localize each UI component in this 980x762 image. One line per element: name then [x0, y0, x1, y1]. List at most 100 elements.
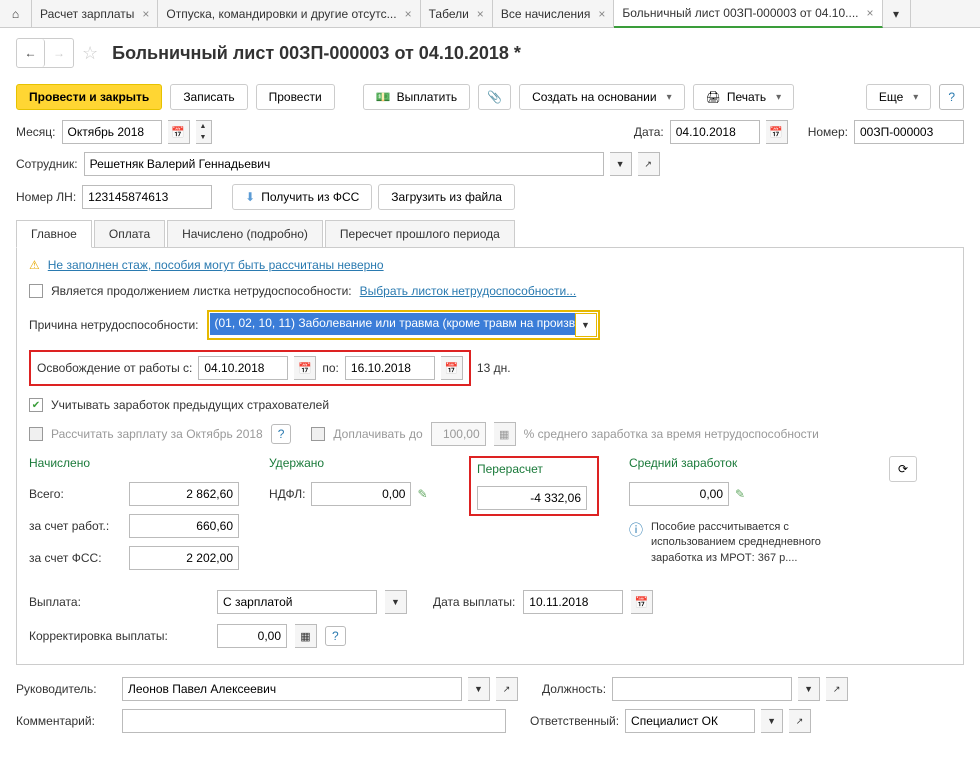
avg-input[interactable] — [629, 482, 729, 506]
total-input[interactable] — [129, 482, 239, 506]
date-input[interactable] — [670, 120, 760, 144]
tab-accruals[interactable]: Все начисления × — [493, 0, 615, 27]
tab-accrued[interactable]: Начислено (подробно) — [167, 220, 323, 247]
open-icon[interactable]: ↗ — [496, 677, 518, 701]
nav-forward-button: → — [45, 39, 73, 67]
warning-link[interactable]: Не заполнен стаж, пособия могут быть рас… — [48, 258, 384, 272]
calendar-icon[interactable]: 📅 — [441, 356, 463, 380]
print-button[interactable]: 🖨 Печать — [693, 84, 795, 110]
help-button[interactable]: ? — [325, 626, 346, 646]
close-icon[interactable]: × — [867, 6, 874, 20]
nav-back-button[interactable]: ← — [17, 39, 45, 67]
post-and-close-button[interactable]: Провести и закрыть — [16, 84, 162, 110]
manager-input[interactable] — [122, 677, 462, 701]
days-value: 13 дн. — [477, 361, 511, 375]
close-icon[interactable]: × — [405, 7, 412, 21]
withheld-head: Удержано — [269, 456, 439, 470]
recalc-input[interactable] — [477, 486, 587, 510]
paydate-input[interactable] — [523, 590, 623, 614]
get-fss-button[interactable]: ⬇ Получить из ФСС — [232, 184, 372, 210]
close-icon[interactable]: × — [142, 7, 149, 21]
open-icon[interactable]: ↗ — [826, 677, 848, 701]
date-from-input[interactable] — [198, 356, 288, 380]
comment-input[interactable] — [122, 709, 506, 733]
tab-absence[interactable]: Отпуска, командировки и другие отсутс...… — [158, 0, 420, 27]
ln-input[interactable] — [82, 185, 212, 209]
month-input[interactable] — [62, 120, 162, 144]
pencil-icon[interactable]: ✎ — [735, 487, 745, 501]
create-based-button[interactable]: Создать на основании — [519, 84, 685, 110]
ln-label: Номер ЛН: — [16, 190, 76, 204]
chevron-down-icon[interactable]: ▼ — [798, 677, 820, 701]
pencil-icon[interactable]: ✎ — [417, 487, 427, 501]
month-spinner[interactable]: ▲▼ — [196, 120, 212, 144]
tab-timesheet[interactable]: Табели× — [421, 0, 493, 27]
pay-button[interactable]: 💵Выплатить — [363, 84, 470, 110]
to-label: по: — [322, 361, 339, 375]
payout-mode-input[interactable] — [217, 590, 377, 614]
info-text: Пособие рассчитывается с использованием … — [651, 520, 859, 566]
get-fss-label: Получить из ФСС — [261, 190, 359, 204]
download-icon: ⬇ — [245, 190, 255, 204]
employee-input[interactable] — [84, 152, 604, 176]
calendar-icon[interactable]: 📅 — [631, 590, 653, 614]
tab-sickleave[interactable]: Больничный лист 00ЗП-000003 от 04.10....… — [614, 0, 882, 28]
comment-label: Комментарий: — [16, 714, 116, 728]
close-icon[interactable]: × — [598, 7, 605, 21]
payout-label: Выплата: — [29, 595, 209, 609]
number-input[interactable] — [854, 120, 964, 144]
tab-overflow[interactable]: ▾ — [883, 0, 911, 27]
calc-salary-label: Рассчитать зарплату за Октябрь 2018 — [51, 427, 263, 441]
printer-icon: 🖨 — [706, 90, 721, 104]
topup-checkbox — [311, 427, 325, 441]
reason-select[interactable]: (01, 02, 10, 11) Заболевание или травма … — [210, 313, 575, 335]
fss-label: за счет ФСС: — [29, 551, 102, 565]
open-icon[interactable]: ↗ — [638, 152, 660, 176]
chevron-down-icon[interactable]: ▼ — [468, 677, 490, 701]
help-button[interactable]: ? — [939, 84, 964, 110]
tab-recalc[interactable]: Пересчет прошлого периода — [325, 220, 515, 247]
close-icon[interactable]: × — [477, 7, 484, 21]
more-button[interactable]: Еще — [866, 84, 931, 110]
money-icon: 💵 — [376, 90, 391, 104]
tab-main[interactable]: Главное — [16, 220, 92, 248]
attach-button[interactable]: 📎 — [478, 84, 511, 110]
chevron-down-icon[interactable]: ▼ — [761, 709, 783, 733]
continuation-link[interactable]: Выбрать листок нетрудоспособности... — [360, 284, 577, 298]
prev-insurers-checkbox[interactable]: ✔ — [29, 398, 43, 412]
tab-home[interactable]: ⌂ — [0, 0, 32, 27]
tab-salary[interactable]: Расчет зарплаты× — [32, 0, 158, 27]
print-label: Печать — [727, 90, 766, 104]
topup-label: Доплачивать до — [333, 427, 422, 441]
help-button[interactable]: ? — [271, 424, 292, 444]
load-file-button[interactable]: Загрузить из файла — [378, 184, 515, 210]
fss-input[interactable] — [129, 546, 239, 570]
ndfl-input[interactable] — [311, 482, 411, 506]
calendar-icon[interactable]: 📅 — [766, 120, 788, 144]
chevron-down-icon[interactable]: ▼ — [610, 152, 632, 176]
calc-icon[interactable]: ▦ — [295, 624, 317, 648]
employer-label: за счет работ.: — [29, 519, 109, 533]
date-to-input[interactable] — [345, 356, 435, 380]
recalc-head: Перерасчет — [477, 462, 591, 476]
write-button[interactable]: Записать — [170, 84, 247, 110]
calc-salary-checkbox — [29, 427, 43, 441]
correction-input[interactable] — [217, 624, 287, 648]
refresh-button[interactable]: ⟳ — [889, 456, 917, 482]
position-input[interactable] — [612, 677, 792, 701]
calendar-icon[interactable]: 📅 — [294, 356, 316, 380]
tab-payment[interactable]: Оплата — [94, 220, 165, 247]
employer-input[interactable] — [129, 514, 239, 538]
post-button[interactable]: Провести — [256, 84, 335, 110]
tab-label: Все начисления — [501, 7, 591, 21]
release-label: Освобождение от работы с: — [37, 361, 192, 375]
chevron-down-icon[interactable]: ▼ — [385, 590, 407, 614]
continuation-checkbox[interactable] — [29, 284, 43, 298]
number-label: Номер: — [808, 125, 848, 139]
favorite-icon[interactable]: ☆ — [82, 43, 98, 64]
open-icon[interactable]: ↗ — [789, 709, 811, 733]
responsible-input[interactable] — [625, 709, 755, 733]
chevron-down-icon[interactable]: ▼ — [575, 313, 597, 337]
manager-label: Руководитель: — [16, 682, 116, 696]
calendar-icon[interactable]: 📅 — [168, 120, 190, 144]
